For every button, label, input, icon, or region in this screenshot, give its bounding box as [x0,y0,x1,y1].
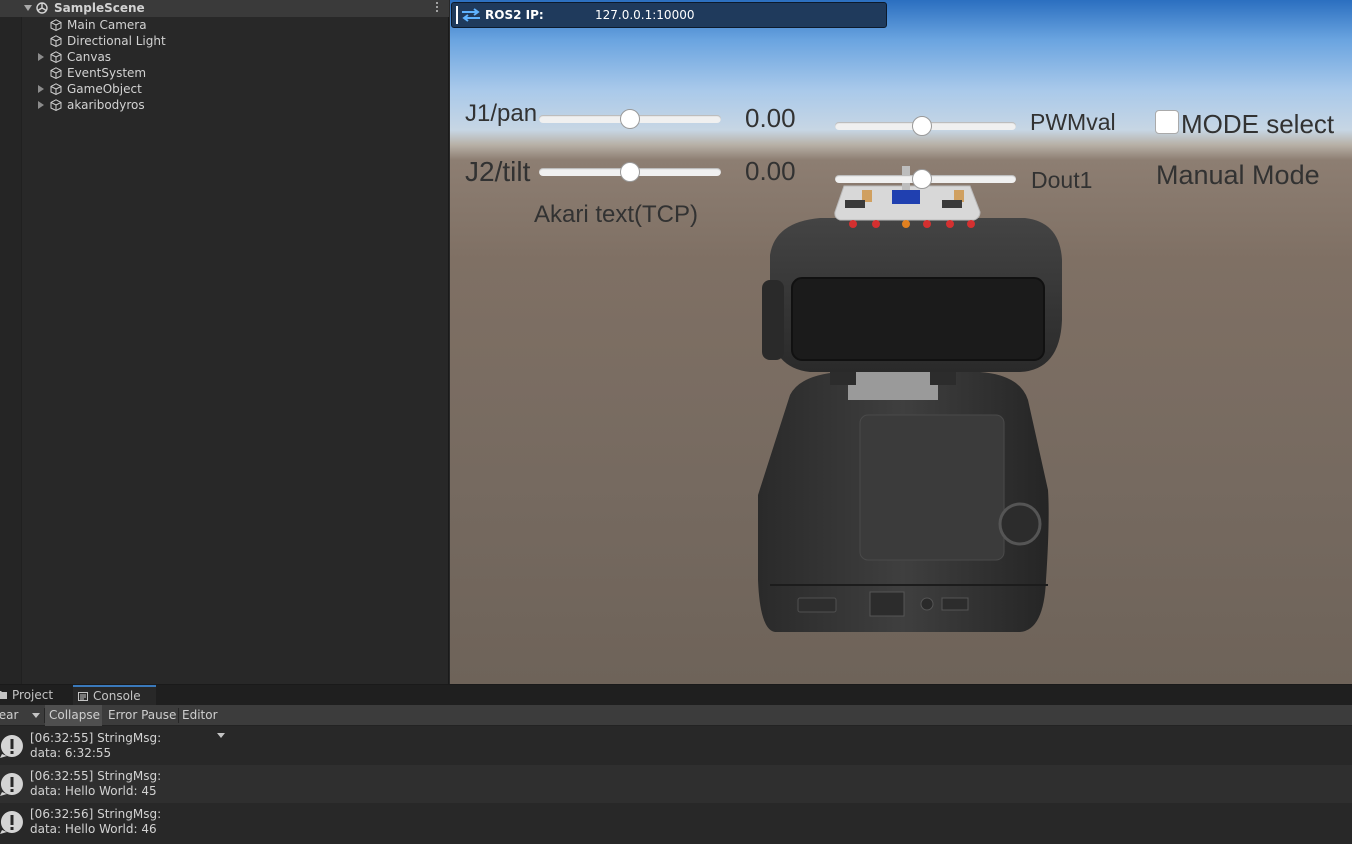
log-message: [06:32:55] StringMsg: [30,731,162,745]
unity-scene-icon [36,2,48,14]
collapse-button[interactable]: Collapse [45,705,102,726]
gameobject-cube-icon [50,99,62,111]
ros-ip-bar[interactable]: ROS2 IP: 127.0.0.1:10000 [451,2,887,28]
log-detail: data: Hello World: 45 [30,784,157,798]
expand-arrow-icon[interactable] [24,5,32,11]
info-message-icon [0,773,23,796]
akari-robot-model [758,166,1062,632]
expand-arrow-icon[interactable] [38,85,44,93]
info-message-icon [0,811,23,834]
scene-row[interactable]: SampleScene [0,0,449,17]
ros-ip-label: ROS2 IP: [485,8,544,22]
j1-pan-slider-handle[interactable] [620,109,640,129]
chevron-down-icon [32,713,40,718]
folder-icon [0,691,7,699]
gameobject-cube-icon [50,35,62,47]
hierarchy-item[interactable]: Canvas [22,49,449,65]
log-message: [06:32:55] StringMsg: [30,769,162,783]
hierarchy-item[interactable]: akaribodyros [22,97,449,113]
hierarchy-item-label: Directional Light [67,34,166,48]
clear-button[interactable]: Clear [0,705,25,726]
error-pause-button[interactable]: Error Pause [108,705,178,726]
dout1-slider-handle[interactable] [912,169,932,189]
ros-connection-icon [456,6,480,24]
expand-arrow-icon[interactable] [38,101,44,109]
log-detail: data: Hello World: 46 [30,822,157,836]
j1-pan-value: 0.00 [745,103,796,133]
j1-pan-label: J1/pan [465,100,538,127]
info-message-icon [0,735,23,758]
mode-status-text: Manual Mode [1156,160,1320,190]
log-message: [06:32:56] StringMsg: [30,807,162,821]
j2-tilt-slider-handle[interactable] [620,162,640,182]
expand-arrow-icon[interactable] [38,53,44,61]
hierarchy-item-label: akaribodyros [67,98,145,112]
hierarchy-item[interactable]: Main Camera [22,17,449,33]
console-icon [78,692,88,701]
tab-console-label: Console [93,689,141,703]
hierarchy-item-label: Canvas [67,50,112,64]
gameobject-cube-icon [50,83,62,95]
tab-console[interactable]: Console [73,685,156,705]
mode-select-label: MODE select [1181,109,1335,139]
hierarchy-gutter [0,0,22,684]
hierarchy-item[interactable]: GameObject [22,81,449,97]
hierarchy-item[interactable]: Directional Light [22,33,449,49]
scene-menu-icon[interactable] [435,2,439,14]
pwm-label: PWMval [1030,109,1116,135]
log-entry[interactable]: [06:32:56] StringMsg: data: Hello World: … [0,803,1352,841]
akari-text-label: Akari text(TCP) [534,201,699,228]
mode-select-checkbox[interactable] [1155,110,1179,134]
scene-name: SampleScene [54,1,145,15]
hierarchy-panel: SampleScene Main Camera Directional Light… [0,0,449,684]
pwm-slider-handle[interactable] [912,116,932,136]
j2-tilt-label: J2/tilt [465,156,531,187]
hierarchy-item-label: EventSystem [67,66,147,80]
gameobject-cube-icon [50,67,62,79]
hierarchy-item-label: GameObject [67,82,142,96]
dout1-label: Dout1 [1031,167,1093,193]
console-toolbar: Clear Collapse Error Pause Editor [0,705,1352,738]
clear-options-button[interactable] [27,705,43,726]
log-entry[interactable]: [06:32:55] StringMsg: data: 6:32:55 [0,727,1352,765]
game-view[interactable]: ROS2 IP: 127.0.0.1:10000 J1/pan 0.00 J2/… [450,0,1352,684]
log-entry[interactable]: [06:32:55] StringMsg: data: Hello World: … [0,765,1352,803]
hierarchy-item-label: Main Camera [67,18,147,32]
tab-project-label: Project [12,688,54,702]
gameobject-cube-icon [50,19,62,31]
log-detail: data: 6:32:55 [30,746,112,760]
gameobject-cube-icon [50,51,62,63]
unity-editor: SampleScene Main Camera Directional Light… [0,0,1352,844]
ros-ip-value[interactable]: 127.0.0.1:10000 [595,8,694,22]
tab-project[interactable]: Project [0,685,70,705]
console-panel: Project Console Clear Collapse Error Pau… [0,684,1352,844]
panel-tabbar: Project Console [0,685,1352,705]
hierarchy-item[interactable]: EventSystem [22,65,449,81]
editor-dropdown[interactable]: Editor [182,705,218,726]
